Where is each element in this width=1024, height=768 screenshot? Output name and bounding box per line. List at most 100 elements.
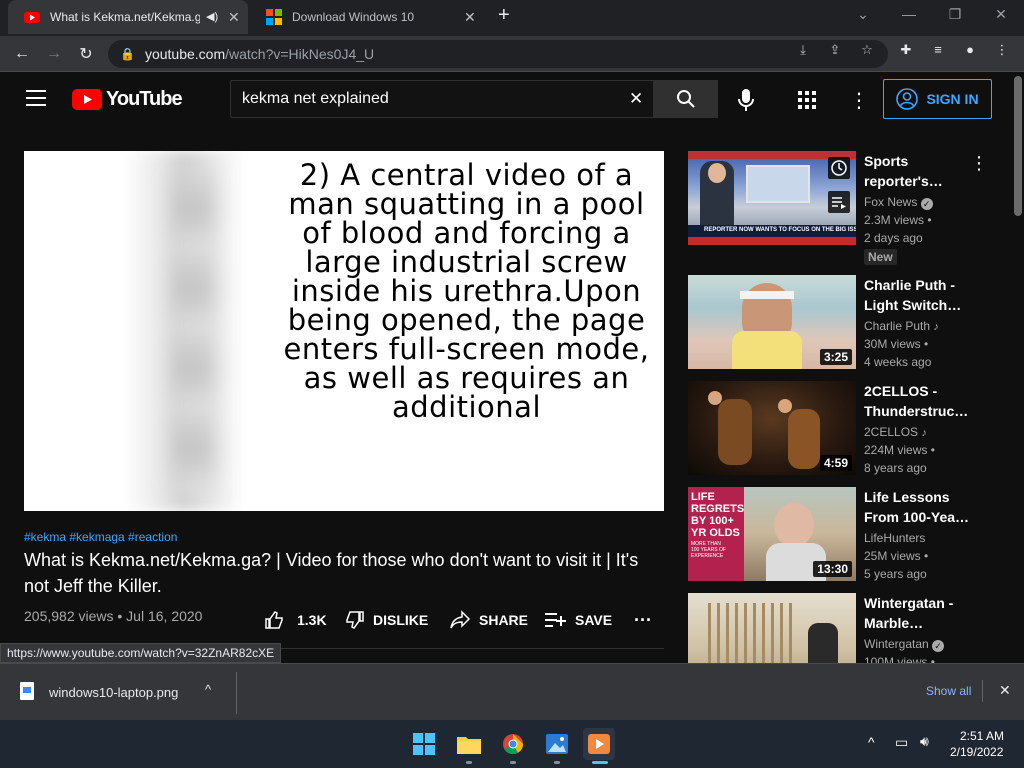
tab-search-icon[interactable]: ⌄ — [851, 6, 875, 23]
video-player[interactable]: 2) A central video of a man squatting in… — [24, 151, 664, 511]
address-bar[interactable]: 🔒 youtube.com/watch?v=HikNes0J4_U — [108, 40, 888, 68]
share-icon[interactable]: ⇪ — [826, 42, 844, 60]
recommendation-item[interactable]: Wintergatan - Marble… Wintergatan ✓ 100M… — [688, 593, 998, 663]
video-thumbnail[interactable]: REPORTER NOW WANTS TO FOCUS ON THE BIG I… — [688, 151, 856, 245]
dislike-label: DISLIKE — [373, 612, 429, 628]
more-actions-icon[interactable]: ··· — [634, 609, 652, 631]
verified-check-icon: ✓ — [932, 640, 945, 652]
browser-menu-icon[interactable]: ⋮ — [993, 42, 1011, 60]
save-button[interactable]: SAVE — [545, 609, 612, 631]
video-thumbnail[interactable] — [688, 593, 856, 663]
recommendation-title[interactable]: Charlie Puth - Light Switch… — [864, 275, 974, 315]
back-arrow-icon[interactable]: ← — [10, 42, 34, 66]
recommendation-title[interactable]: Wintergatan - Marble… — [864, 593, 974, 633]
url-path: /watch?v=HikNes0J4_U — [225, 46, 375, 62]
like-button[interactable]: 1.3K — [264, 609, 327, 631]
video-thumbnail[interactable]: 4:59 — [688, 381, 856, 475]
tab-youtube[interactable]: What is Kekma.net/Kekma.ga ◀) ✕ — [8, 0, 248, 34]
thumbnail-text-panel: LIFE REGRETS BY 100+ YR OLDS MORE THAN 1… — [688, 487, 744, 581]
clear-search-icon[interactable]: ✕ — [629, 89, 643, 109]
folder-icon — [457, 737, 481, 754]
close-window-button[interactable]: ✕ — [989, 6, 1013, 23]
profile-icon[interactable]: ● — [961, 42, 979, 60]
search-button[interactable] — [654, 80, 718, 118]
minimize-button[interactable]: — — [897, 6, 921, 22]
music-note-icon: ♪ — [933, 321, 939, 333]
channel-name[interactable]: 2CELLOS ♪ — [864, 425, 927, 439]
file-explorer-button[interactable] — [453, 728, 485, 760]
youtube-logo[interactable]: YouTube — [72, 88, 183, 111]
windows-taskbar: ^ ▭ 🔊︎ — [0, 720, 1024, 768]
settings-kebab-icon[interactable]: ⋮ — [849, 88, 869, 113]
video-thumbnail[interactable]: 3:25 — [688, 275, 856, 369]
watch-later-icon[interactable] — [828, 157, 850, 179]
channel-name[interactable]: Charlie Puth ♪ — [864, 319, 939, 333]
lock-icon: 🔒 — [120, 47, 135, 61]
view-count: 224M views • — [864, 443, 935, 457]
install-app-icon[interactable]: ⤓ — [794, 42, 812, 60]
recommendation-item[interactable]: LIFE REGRETS BY 100+ YR OLDS MORE THAN 1… — [688, 487, 998, 581]
channel-name[interactable]: LifeHunters — [864, 531, 925, 545]
video-hashtags[interactable]: #kekma #kekmaga #reaction — [24, 530, 177, 544]
recommendation-title[interactable]: Life Lessons From 100-Yea… — [864, 487, 974, 527]
bookmark-star-icon[interactable]: ☆ — [858, 42, 876, 60]
recommendation-item[interactable]: 4:59 2CELLOS - Thunderstruc… 2CELLOS ♪ 2… — [688, 381, 998, 475]
search-input[interactable]: kekma net explained ✕ — [230, 80, 654, 118]
forward-arrow-icon[interactable]: → — [42, 42, 66, 66]
add-to-queue-icon[interactable] — [828, 191, 850, 213]
inset-photo — [746, 165, 810, 203]
item-menu-kebab-icon[interactable]: ⋮ — [970, 153, 988, 174]
video-stats: 205,982 views • Jul 16, 2020 — [24, 608, 203, 624]
chrome-button[interactable] — [497, 728, 529, 760]
view-count: 2.3M views • — [864, 213, 932, 227]
page-scrollbar-thumb[interactable] — [1014, 76, 1022, 216]
tab-close-icon[interactable]: ✕ — [228, 9, 240, 26]
show-all-link[interactable]: Show all — [926, 684, 971, 698]
photos-button[interactable] — [541, 728, 573, 760]
apps-grid-icon[interactable] — [798, 91, 816, 114]
network-icon[interactable]: ▭ — [895, 734, 908, 751]
video-duration: 3:25 — [819, 349, 852, 365]
share-arrow-icon — [450, 610, 471, 629]
video-duration: 4:59 — [819, 455, 852, 471]
save-label: SAVE — [575, 612, 613, 628]
channel-name[interactable]: Fox News ✓ — [864, 195, 933, 210]
recommendation-title[interactable]: Sports reporter's… — [864, 151, 974, 191]
recommendation-title[interactable]: 2CELLOS - Thunderstruc… — [864, 381, 974, 421]
download-filename[interactable]: windows10-laptop.png — [49, 685, 178, 700]
windows-favicon-icon — [266, 9, 282, 25]
tab-close-icon[interactable]: ✕ — [464, 9, 476, 26]
thumbs-up-icon — [265, 611, 283, 629]
news-banner: REPORTER NOW WANTS TO FOCUS ON THE BIG I… — [688, 225, 856, 237]
tray-overflow-chevron-icon[interactable]: ^ — [868, 734, 875, 750]
restore-button[interactable]: ❐ — [943, 6, 967, 23]
dislike-button[interactable]: DISLIKE — [345, 609, 428, 631]
media-player-button[interactable] — [583, 728, 615, 760]
media-control-icon[interactable]: ≡ — [929, 42, 947, 60]
reload-icon[interactable]: ↻ — [74, 42, 98, 66]
recommendation-item[interactable]: REPORTER NOW WANTS TO FOCUS ON THE BIG I… — [688, 151, 998, 269]
taskbar-time[interactable]: 2:51 AM — [960, 729, 1004, 743]
start-button[interactable] — [408, 728, 440, 760]
new-tab-button[interactable]: + — [498, 4, 510, 27]
sign-in-button[interactable]: SIGN IN — [883, 79, 992, 119]
playlist-add-icon — [545, 613, 566, 627]
link-status-url: https://www.youtube.com/watch?v=32ZnAR82… — [0, 643, 282, 663]
video-thumbnail[interactable]: LIFE REGRETS BY 100+ YR OLDS MORE THAN 1… — [688, 487, 856, 581]
hamburger-menu-icon[interactable] — [26, 90, 46, 106]
share-button[interactable]: SHARE — [449, 609, 528, 631]
taskbar-date[interactable]: 2/19/2022 — [950, 745, 1003, 759]
close-shelf-icon[interactable]: ✕ — [999, 682, 1011, 699]
voice-search-button[interactable] — [736, 88, 756, 112]
download-options-chevron-icon[interactable]: ^ — [205, 682, 211, 697]
chrome-icon — [503, 734, 524, 755]
channel-name[interactable]: Wintergatan ✓ — [864, 637, 945, 652]
speaker-icon[interactable]: ◀) — [206, 10, 218, 23]
photos-icon — [546, 734, 568, 754]
recommendation-item[interactable]: 3:25 Charlie Puth - Light Switch… Charli… — [688, 275, 998, 369]
tab-download-windows[interactable]: Download Windows 10 ✕ — [250, 0, 486, 34]
upload-age: 4 weeks ago — [864, 355, 932, 369]
extensions-puzzle-icon[interactable]: ✚ — [897, 42, 915, 60]
volume-icon[interactable]: 🔊︎ — [920, 733, 929, 750]
media-player-icon — [588, 734, 610, 754]
